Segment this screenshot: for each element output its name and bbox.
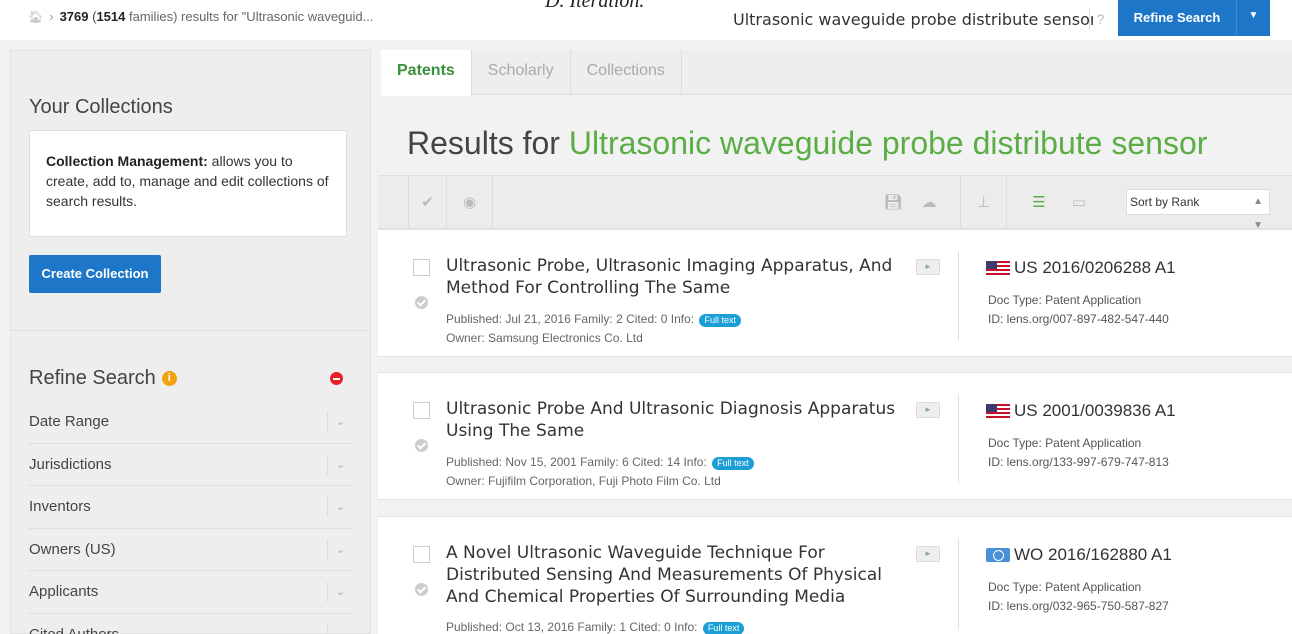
publication-number[interactable]: US 2001/0039836 A1 [986,401,1176,421]
filter-label: Jurisdictions [29,455,112,473]
breadcrumb: 🏠︎ › 3769 ( 1514 families) results for "… [28,9,373,24]
tab-scholarly[interactable]: Scholarly [472,50,571,95]
result-checkbox[interactable] [413,546,430,563]
result-checkbox[interactable] [413,259,430,276]
chevron-down-icon[interactable]: ▼ [1236,0,1270,36]
lens-id: ID: lens.org/133-997-679-747-813 [988,455,1169,469]
list-view-icon[interactable]: ☰ [1024,176,1054,230]
save-icon[interactable]: 💾︎ [878,176,908,230]
filter-label: Owners (US) [29,540,116,558]
filter-cited-authors[interactable]: Cited Authors ⌄ [29,614,353,634]
tag-icon[interactable]: ► [916,402,940,418]
publication-number[interactable]: WO 2016/162880 A1 [986,545,1172,565]
toolbar-divider [492,176,493,230]
breadcrumb-separator-icon: › [49,9,54,24]
collections-title: Your Collections [29,96,173,118]
filter-date-range[interactable]: Date Range ⌄ [29,401,353,444]
remove-filters-icon[interactable] [330,372,343,385]
check-circle-icon[interactable] [415,583,428,596]
tag-icon[interactable]: ► [916,546,940,562]
result-card: Ultrasonic Probe And Ultrasonic Diagnosi… [378,372,1292,500]
chevron-down-icon[interactable]: ⌄ [327,624,353,634]
us-flag-icon [986,261,1010,275]
card-divider [958,395,959,483]
chevron-down-icon[interactable]: ⌄ [327,412,353,432]
refine-search-button[interactable]: Refine Search [1118,0,1236,36]
result-meta: Published: Jul 21, 2016 Family: 2 Cited:… [446,312,741,327]
cloud-upload-icon[interactable]: ☁ [914,176,944,230]
result-count: 3769 [59,9,89,24]
full-text-badge[interactable]: Full text [699,314,741,327]
chevron-down-icon[interactable]: ⌄ [327,539,353,560]
info-icon[interactable]: i [161,371,177,386]
select-circle-icon[interactable]: ◉ [446,176,492,230]
results-prefix: Results for [407,125,569,161]
result-title[interactable]: A Novel Ultrasonic Waveguide Technique F… [446,542,916,608]
paren-open: ( [88,9,97,24]
page-title: Results for Ultrasonic waveguide probe d… [407,125,1207,162]
refine-search-label: Refine Search [29,367,156,389]
filter-inventors[interactable]: Inventors ⌄ [29,486,353,529]
family-count: 1514 [96,9,126,24]
collection-management-label: Collection Management: [46,153,208,169]
filter-label: Date Range [29,413,110,430]
filter-label: Cited Authors [29,625,120,634]
top-bar: 🏠︎ › 3769 ( 1514 families) results for "… [0,0,1292,40]
filter-list: Date Range ⌄ Jurisdictions ⌄ Inventors ⌄ Ow… [29,401,353,634]
doc-type: Doc Type: Patent Application [988,580,1142,594]
family-tree-icon[interactable]: ⊥ [960,176,1006,230]
tab-patents[interactable]: Patents [381,50,472,96]
refine-search-title: Refine Search i [29,367,177,390]
toolbar-divider [1006,176,1007,230]
chevron-down-icon[interactable]: ⌄ [327,582,353,602]
create-collection-button[interactable]: Create Collection [29,255,161,293]
sort-select[interactable]: Sort by Rank ▲ ▼ [1126,189,1270,231]
help-icon[interactable]: ? [1089,8,1111,30]
check-circle-icon[interactable] [415,296,428,309]
result-title[interactable]: Ultrasonic Probe And Ultrasonic Diagnosi… [446,398,916,442]
chevron-down-icon[interactable]: ⌄ [327,454,353,475]
full-text-badge[interactable]: Full text [702,622,745,634]
lens-id: ID: lens.org/032-965-750-587-827 [988,599,1169,613]
sidebar-divider [11,330,370,331]
us-flag-icon [986,404,1010,418]
full-text-badge[interactable]: Full text [712,457,754,470]
filter-jurisdictions[interactable]: Jurisdictions ⌄ [29,444,353,486]
result-card: Ultrasonic Probe, Ultrasonic Imaging App… [378,229,1292,357]
check-circle-icon[interactable] [415,439,428,452]
bar-chart-icon[interactable]: ▭ [1064,176,1094,230]
collection-management-box: Collection Management: allows you to cre… [29,130,347,237]
filter-applicants[interactable]: Applicants ⌄ [29,571,353,614]
card-divider [958,539,959,629]
partial-overlay-text: D. Iteration. [545,0,645,12]
tag-icon[interactable]: ► [916,259,940,275]
publication-number[interactable]: US 2016/0206288 A1 [986,258,1176,278]
sidebar: Your Collections Collection Management: … [10,50,371,634]
doc-type: Doc Type: Patent Application [988,436,1142,450]
result-card: A Novel Ultrasonic Waveguide Technique F… [378,516,1292,634]
select-check-icon[interactable]: ✔ [408,176,446,230]
result-meta: Published: Nov 15, 2001 Family: 6 Cited:… [446,455,754,470]
results-query: Ultrasonic waveguide probe distribute se… [568,125,1208,161]
result-owner: Owner: Samsung Electronics Co. Ltd [446,331,643,345]
result-title[interactable]: Ultrasonic Probe, Ultrasonic Imaging App… [446,255,916,299]
app: 🏠︎ › 3769 ( 1514 families) results for "… [0,0,1292,634]
tab-collections[interactable]: Collections [571,50,682,95]
search-input[interactable] [733,8,1093,30]
breadcrumb-label: families) results for "Ultrasonic wavegu… [129,9,374,24]
chevron-down-icon[interactable]: ⌄ [327,497,353,517]
filter-label: Applicants [29,583,99,600]
sort-label: Sort by Rank [1130,195,1200,209]
result-tabs: Patents Scholarly Collections [381,50,1292,96]
filter-label: Inventors [29,498,91,515]
home-icon[interactable]: 🏠︎ [28,10,43,24]
wipo-flag-icon [986,548,1010,562]
lens-id: ID: lens.org/007-897-482-547-440 [988,312,1169,326]
result-meta: Published: Oct 13, 2016 Family: 1 Cited:… [446,620,745,634]
filter-owners-us[interactable]: Owners (US) ⌄ [29,529,353,571]
result-checkbox[interactable] [413,402,430,419]
doc-type: Doc Type: Patent Application [988,293,1142,307]
result-owner: Owner: Fujifilm Corporation, Fuji Photo … [446,474,721,488]
card-divider [958,252,959,340]
